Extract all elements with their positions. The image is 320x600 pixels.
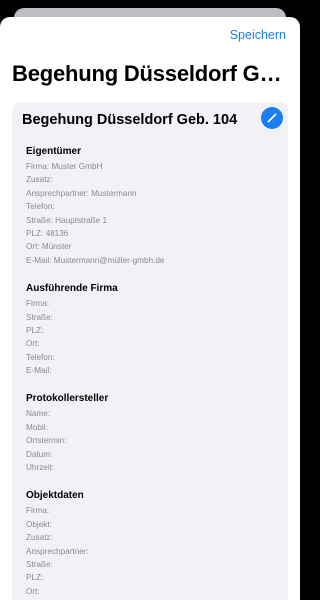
field-row: Ortstermin: <box>26 436 67 446</box>
card-title: Begehung Düsseldorf Geb. 104 <box>22 112 238 128</box>
section: Protokollersteller Name: Mobil: Ortstermin:… <box>26 391 276 474</box>
field-row: Ansprechpartner: Mustermann <box>26 188 137 198</box>
field-row: Objekt: <box>26 519 52 529</box>
card-sections: Eigentümer Firma: Muster GmbH Zusatz: Anspr… <box>26 144 276 600</box>
section-title: Protokollersteller <box>26 393 109 405</box>
page-title: Begehung Düsseldorf Geb. 104 <box>12 61 288 86</box>
section-title: Objektdaten <box>26 490 84 502</box>
section: Eigentümer Firma: Muster GmbH Zusatz: Anspr… <box>26 144 276 267</box>
field-row: PLZ: <box>26 573 44 583</box>
field-row: Zusatz: <box>26 533 53 543</box>
field-row: Ansprechpartner: <box>26 546 89 556</box>
save-button[interactable]: Speichern <box>230 28 286 42</box>
section: Ausführende Firma Firma: Straße: PLZ: Ort: Te… <box>26 281 276 377</box>
field-row: Ort: <box>26 586 40 596</box>
pencil-icon <box>267 113 277 123</box>
modal-sheet: Speichern Begehung Düsseldorf Geb. 104 B… <box>0 17 300 600</box>
field-row: Uhrzeit: <box>26 463 55 473</box>
field-row: Ort: <box>26 339 40 349</box>
field-row: E-Mail: <box>26 366 52 376</box>
field-row: Mobil: <box>26 422 48 432</box>
field-row: Firma: <box>26 506 50 516</box>
field-row: Datum: <box>26 449 53 459</box>
section-title: Ausführende Firma <box>26 283 118 295</box>
field-row: Ort: Münster <box>26 242 72 252</box>
field-row: Zusatz: <box>26 175 53 185</box>
field-row: Straße: <box>26 312 53 322</box>
field-row: Name: <box>26 409 51 419</box>
edit-button[interactable] <box>261 107 283 129</box>
field-row: Straße: <box>26 559 53 569</box>
field-row: PLZ: <box>26 325 44 335</box>
inspection-card: Begehung Düsseldorf Geb. 104 Eigentümer F… <box>12 102 288 600</box>
section: Objektdaten Firma: Objekt: Zusatz: Ansprechp… <box>26 488 276 600</box>
section-title: Eigentümer <box>26 146 82 157</box>
field-row: Telefon: <box>26 202 55 212</box>
field-row: Straße: Hauptstraße 1 <box>26 215 107 225</box>
field-row: E-Mail: Mustermann@müller-gmbh.de <box>26 255 165 265</box>
field-row: Firma: Muster GmbH <box>26 162 103 171</box>
field-row: Firma: <box>26 299 50 309</box>
field-row: Telefon: <box>26 352 55 362</box>
field-row: PLZ: 48136 <box>26 228 69 238</box>
